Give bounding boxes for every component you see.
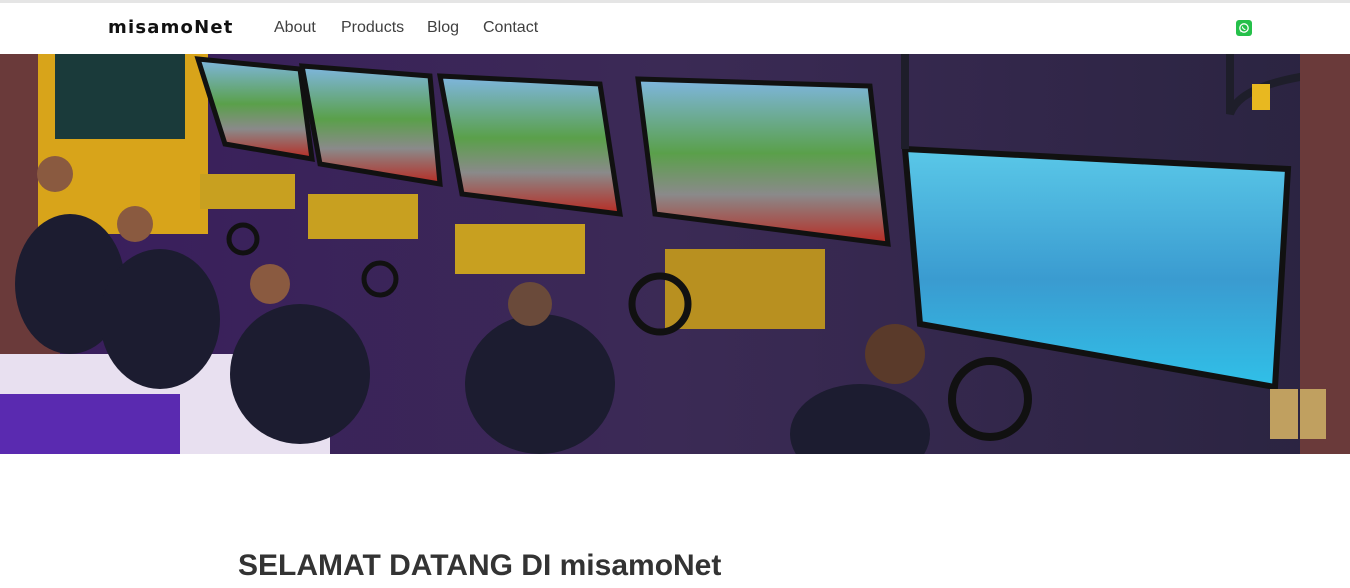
whatsapp-icon[interactable] [1236, 20, 1252, 36]
brand-logo[interactable]: misamoNet [108, 17, 234, 38]
welcome-heading: SELAMAT DATANG DI misamoNet [238, 549, 722, 582]
nav-link-contact[interactable]: Contact [483, 19, 538, 37]
hero-banner-image [0, 54, 1350, 454]
nav-link-blog[interactable]: Blog [427, 19, 459, 37]
navbar: misamoNet About Products Blog Contact [0, 3, 1350, 54]
nav-link-products[interactable]: Products [341, 19, 404, 37]
nav-link-about[interactable]: About [274, 19, 316, 37]
